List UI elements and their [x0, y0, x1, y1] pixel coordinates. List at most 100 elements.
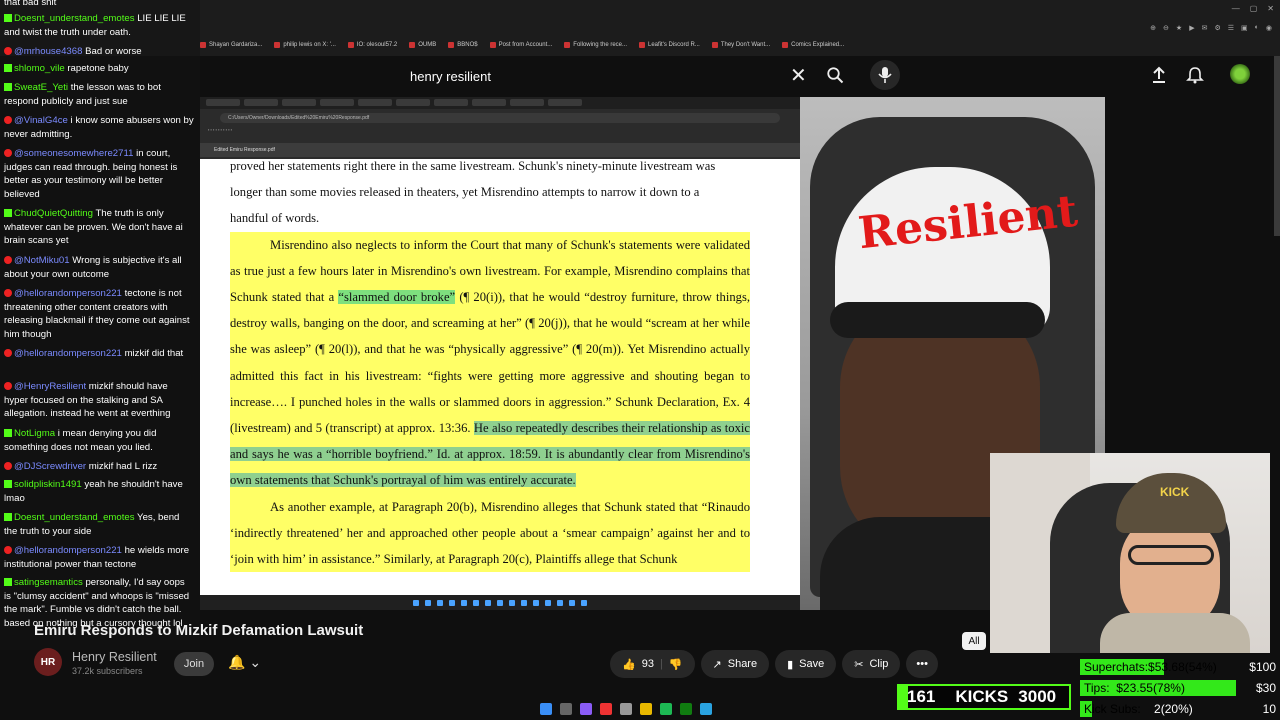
kick-badge-icon: [4, 209, 12, 217]
divider: |: [659, 658, 663, 670]
like-button[interactable]: 👍 93 | 👎: [610, 650, 695, 678]
close-icon[interactable]: ✕: [790, 63, 807, 88]
kick-badge-icon: [4, 480, 12, 488]
youtube-badge-icon: [4, 47, 12, 55]
chat-username[interactable]: @hellorandomperson221: [14, 545, 122, 556]
chrome-icon[interactable]: [620, 703, 632, 715]
document-taskbar: [200, 595, 800, 610]
kick-badge-icon: [4, 429, 12, 437]
chat-username[interactable]: @HenryResilient: [14, 381, 86, 392]
donation-stats: Superchats:$53.68(54%) $100 Tips: $23.55…: [1080, 658, 1280, 720]
doc-line: handful of words.: [230, 211, 320, 226]
chat-username[interactable]: @hellorandomperson221: [14, 348, 122, 359]
cap-brim: [830, 302, 1045, 338]
bookmark-item[interactable]: OUMB: [409, 38, 436, 52]
telegram-icon[interactable]: [700, 703, 712, 715]
avatar[interactable]: [1230, 64, 1250, 84]
bookmark-item[interactable]: Post from Account...: [489, 38, 552, 52]
more-icon[interactable]: •••: [906, 650, 938, 678]
glasses: [1128, 545, 1214, 565]
doc-line: proved her statements right there in the…: [230, 159, 716, 173]
bookmark-item[interactable]: Leafit's Discord R...: [639, 38, 700, 52]
window-controls[interactable]: — ▢ ✕: [1232, 4, 1274, 13]
youtube-badge-icon: [4, 289, 12, 297]
app-icon[interactable]: [600, 703, 612, 715]
search-icon[interactable]: [826, 66, 844, 84]
chat-username[interactable]: solidpliskin1491: [14, 479, 82, 490]
scrollbar[interactable]: [1274, 56, 1280, 236]
bell-icon[interactable]: [1186, 66, 1204, 84]
bookmark-item[interactable]: BBNO$: [448, 38, 478, 52]
chat-message: @hellorandomperson221 he wields more ins…: [4, 544, 194, 571]
chat-message: @hellorandomperson221 mizkif did that: [4, 347, 194, 361]
doc-line: longer than some movies released in thea…: [230, 185, 700, 200]
search-icon[interactable]: [560, 703, 572, 715]
like-icon: 👍: [622, 658, 636, 671]
extension-icons[interactable]: ⊕ ⊖ ★ ▶ ✉ ⚙ ☰ ▣ ◐ ◉: [1150, 24, 1272, 32]
document-text: proved her statements right there in the…: [230, 153, 750, 573]
upload-icon[interactable]: [1150, 66, 1168, 84]
clip-button[interactable]: ✂ Clip: [842, 650, 901, 678]
spotify-icon[interactable]: [660, 703, 672, 715]
channel-name[interactable]: Henry Resilient: [72, 650, 157, 664]
mic-icon[interactable]: [870, 60, 900, 90]
document-capture: C:/Users/Owner/Downloads/Edited%20Emiru%…: [200, 97, 800, 610]
xbox-icon[interactable]: [680, 703, 692, 715]
bookmark-icon: [274, 42, 281, 48]
chat-message: @NotMiku01 Wrong is subjective it's all …: [4, 254, 194, 281]
app-icon[interactable]: [580, 703, 592, 715]
bookmark-item[interactable]: Shayan Gardariza...: [200, 38, 262, 52]
chat-username[interactable]: Doesnt_understand_emotes: [14, 13, 135, 24]
chat-username[interactable]: Doesnt_understand_emotes: [14, 512, 135, 523]
chat-username[interactable]: @NotMiku01: [14, 255, 70, 266]
youtube-badge-icon: [4, 116, 12, 124]
document-url: C:/Users/Owner/Downloads/Edited%20Emiru%…: [220, 113, 780, 123]
bookmark-icon: [409, 42, 416, 48]
bookmark-item[interactable]: Comics Explained...: [782, 38, 844, 52]
clip-icon: ✂: [854, 658, 864, 671]
channel-avatar[interactable]: HR: [34, 648, 62, 676]
chat-message: ChudQuietQuitting The truth is only what…: [4, 207, 194, 248]
cap-logo: KICK: [1160, 485, 1190, 499]
youtube-badge-icon: [4, 546, 12, 554]
chat-username[interactable]: @DJScrewdriver: [14, 461, 86, 472]
filter-chip-all[interactable]: All: [962, 632, 986, 650]
bookmark-icon: [200, 42, 206, 48]
dislike-icon[interactable]: 👎: [669, 658, 683, 671]
chat-username[interactable]: NotLigma: [14, 428, 55, 439]
webcam-small: KICK: [990, 453, 1270, 653]
chat-username[interactable]: @VinalG4ce: [14, 115, 68, 126]
os-taskbar[interactable]: [540, 700, 712, 718]
bookmark-item[interactable]: They Don't Want...: [711, 38, 770, 52]
folder-icon[interactable]: [640, 703, 652, 715]
clip-label: Clip: [869, 658, 889, 670]
windows-start-icon[interactable]: [540, 703, 552, 715]
bookmark-item[interactable]: IO: olesoul57.2: [347, 38, 397, 52]
chat-username[interactable]: @mrhouse4368: [14, 46, 82, 57]
save-button[interactable]: ▮ Save: [775, 650, 837, 678]
bookmark-item[interactable]: philip lewis on X: '...: [274, 38, 336, 52]
chat-message: that bad shit: [4, 0, 194, 10]
chat-username[interactable]: ChudQuietQuitting: [14, 208, 93, 219]
bookmark-label: OUMB: [418, 42, 437, 48]
doc-paragraph: As another example, at Paragraph 20(b), …: [230, 493, 750, 573]
chat-username[interactable]: @hellorandomperson221: [14, 288, 122, 299]
save-icon: ▮: [787, 658, 794, 671]
share-label: Share: [727, 658, 758, 670]
bookmark-icon: [711, 42, 718, 48]
share-button[interactable]: ↗ Share: [700, 650, 770, 678]
doc-highlight: “slammed door broke”: [338, 290, 456, 305]
chat-username[interactable]: satingsemantics: [14, 577, 83, 588]
chat-text: mizkif had L rizz: [88, 461, 158, 472]
chat-username[interactable]: SweatE_Yeti: [14, 82, 68, 93]
youtube-badge-icon: [4, 149, 12, 157]
chat-username[interactable]: shlomo_vile: [14, 63, 65, 74]
bookmark-item[interactable]: Following the rece...: [564, 38, 627, 52]
kick-badge-icon: [4, 64, 12, 72]
search-input[interactable]: henry resilient: [410, 62, 810, 90]
join-button[interactable]: Join: [174, 652, 214, 676]
youtube-badge-icon: [4, 382, 12, 390]
chat-username[interactable]: @someonesomewhere2711: [14, 148, 133, 159]
chat-message: @DJScrewdriver mizkif had L rizz: [4, 460, 194, 474]
subscribe-bell-icon[interactable]: 🔔 ⌄: [228, 654, 261, 671]
